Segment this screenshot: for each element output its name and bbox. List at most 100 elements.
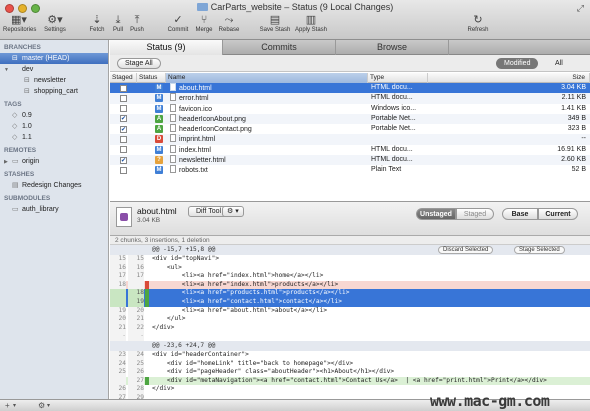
view-staged[interactable]: Staged: [456, 208, 494, 220]
tab-browse[interactable]: Browse: [336, 40, 449, 55]
fetch-icon: ⇣: [92, 14, 102, 26]
file-row[interactable]: Mindex.html HTML docu... 16.91 KB: [110, 144, 590, 155]
diff-code: <div id="homeLink" title="back to homepa…: [152, 359, 354, 367]
old-line-number: [110, 289, 126, 298]
column-name[interactable]: Name: [166, 73, 368, 83]
tab-commits[interactable]: Commits: [223, 40, 336, 55]
diff-line[interactable]: 15 15 <div id="topNavi">: [110, 255, 590, 264]
old-line-number: 18: [110, 280, 126, 290]
sidebar-item-origin[interactable]: ▶ ▭ origin: [0, 156, 108, 167]
diff-line[interactable]: 23 24 <div id="headerContainer">: [110, 350, 590, 360]
merge-icon: ⑂: [200, 14, 208, 26]
file-row[interactable]: ✔? newsletter.html HTML docu... 2.60 KB: [110, 155, 590, 166]
stage-checkbox[interactable]: ✔: [120, 125, 127, 133]
diff-gear-menu[interactable]: ⚙ ▾: [222, 206, 244, 217]
column-size[interactable]: Size: [428, 73, 590, 83]
merge-button[interactable]: ⑂ Merge: [193, 14, 215, 33]
file-type: HTML docu...: [371, 145, 413, 153]
settings-button[interactable]: ⚙▾ Settings: [42, 14, 68, 33]
stage-selected-button[interactable]: Stage Selected: [514, 246, 565, 254]
branch-icon: ⊟: [24, 77, 30, 84]
file-row[interactable]: Merror.html HTML docu... 2.11 KB: [110, 93, 590, 104]
fetch-button[interactable]: ⇣ Fetch: [88, 14, 106, 33]
stage-checkbox[interactable]: [120, 166, 127, 174]
new-line-number: 22: [128, 323, 144, 333]
diff-line[interactable]: 21 22 </div>: [110, 323, 590, 333]
file-row[interactable]: Dimprint.html --: [110, 134, 590, 145]
diff-line[interactable]: 25 26 <div id="pageHeader" class="aboutHe…: [110, 368, 590, 377]
toolbar-button-label: Push: [130, 27, 144, 33]
column-staged[interactable]: Staged: [110, 73, 137, 83]
file-type: HTML docu...: [371, 156, 413, 164]
toolbar-button-label: Settings: [44, 27, 66, 33]
new-line-number: 19: [128, 297, 144, 307]
fullscreen-icon[interactable]: ⤢: [577, 3, 584, 14]
column-type[interactable]: Type: [368, 73, 428, 83]
diff-line[interactable]: 19 20 <li><a href="about.html">about</a><…: [110, 306, 590, 316]
diff-line[interactable]: 19 <li><a href="contact.html">contact</a…: [110, 297, 590, 307]
stage-checkbox[interactable]: ✔: [120, 156, 127, 164]
stage-all-button[interactable]: Stage All: [117, 58, 161, 69]
file-row[interactable]: Mabout.html HTML docu... 3.04 KB: [110, 83, 590, 94]
change-marker: [145, 289, 149, 298]
stage-checkbox[interactable]: [120, 84, 127, 92]
stage-checkbox[interactable]: ✔: [120, 115, 127, 123]
file-status-badge: A: [155, 125, 163, 134]
sidebar-item-dev[interactable]: ▼ dev: [0, 64, 108, 75]
sidebar-item-newsletter[interactable]: ⊟ newsletter: [0, 75, 108, 86]
tag-icon: ◇: [12, 134, 18, 141]
new-line-number: 26: [128, 368, 144, 377]
stage-checkbox[interactable]: [120, 135, 127, 143]
diff-line[interactable]: 24 25 <div id="homeLink" title="back to h…: [110, 359, 590, 369]
diff-line[interactable]: 18 <li><a href="index.html">products</a>…: [110, 280, 590, 290]
file-name: index.html: [179, 146, 211, 154]
sidebar-item-label: 1.0: [22, 123, 32, 130]
sidebar-item-0-9[interactable]: ◇ 0.9: [0, 110, 108, 121]
commit-button[interactable]: ✓ Commit: [165, 14, 191, 33]
gear-menu-chevron-icon[interactable]: ▾: [47, 402, 50, 409]
filter-modified[interactable]: Modified: [496, 58, 539, 69]
rebase-button[interactable]: ⤳ Rebase: [217, 14, 241, 33]
sidebar-item-auth-library[interactable]: ▭ auth_library: [0, 204, 108, 215]
file-status-badge: M: [155, 166, 163, 175]
sidebar-item-master-head[interactable]: ⊟ master (HEAD): [0, 53, 108, 64]
stage-checkbox[interactable]: [120, 105, 127, 113]
sidebar-item-label: shopping_cart: [34, 88, 78, 95]
mode-base[interactable]: Base: [502, 208, 538, 220]
filter-all[interactable]: All: [555, 58, 563, 69]
stage-checkbox[interactable]: [120, 146, 127, 154]
pull-button[interactable]: ⤓ Pull: [110, 14, 126, 33]
diff-line[interactable]: 18 <li><a href="products.html">products<…: [110, 289, 590, 298]
tab-status[interactable]: Status (9): [110, 40, 223, 55]
save-stash-button[interactable]: ▤ Save Stash: [258, 14, 292, 33]
disclosure-triangle-icon[interactable]: ▼: [4, 65, 12, 76]
toolbar-button-label: Merge: [195, 27, 213, 33]
file-row[interactable]: ✔ AheaderIconContact.png Portable Net... 32…: [110, 124, 590, 134]
file-status-badge: M: [155, 145, 163, 154]
file-row[interactable]: ✔ AheaderIconAbout.png Portable Net... 349 …: [110, 113, 590, 125]
view-unstaged[interactable]: Unstaged: [416, 208, 456, 220]
diff-line[interactable]: 20 21 </ul>: [110, 315, 590, 324]
sidebar-item-1-0[interactable]: ◇ 1.0: [0, 121, 108, 132]
apply-stash-button[interactable]: ▥ Apply Stash: [293, 14, 329, 33]
diff-line[interactable]: --: [110, 332, 590, 341]
gear-icon[interactable]: ⚙: [38, 401, 45, 410]
push-button[interactable]: ⤒ Push: [128, 14, 146, 33]
sidebar-item-redesign-changes[interactable]: ▤ Redesign Changes: [0, 180, 108, 191]
mode-current[interactable]: Current: [538, 208, 578, 220]
add-menu-chevron-icon[interactable]: ▾: [13, 402, 16, 409]
diff-line[interactable]: 16 16 <ul>: [110, 263, 590, 273]
disclosure-triangle-icon[interactable]: ▶: [4, 157, 12, 168]
file-row[interactable]: Mrobots.txt Plain Text 52 B: [110, 165, 590, 175]
column-status[interactable]: Status: [137, 73, 166, 83]
refresh-button[interactable]: ↻ Refresh: [463, 14, 493, 33]
add-icon[interactable]: +: [5, 401, 10, 410]
discard-selected-button[interactable]: Discard Selected: [438, 246, 494, 254]
repositories-button[interactable]: ▦▾ Repositories: [3, 14, 36, 33]
sidebar-item-1-1[interactable]: ◇ 1.1: [0, 132, 108, 143]
stage-checkbox[interactable]: [120, 94, 127, 102]
diff-line[interactable]: 17 17 <li><a href="index.html">home</a></…: [110, 272, 590, 281]
file-row[interactable]: Mfavicon.ico Windows ico... 1.41 KB: [110, 103, 590, 114]
sidebar-item-shopping-cart[interactable]: ⊟ shopping_cart: [0, 86, 108, 97]
diff-line[interactable]: 27 <div id="metaNavigation"><a href="con…: [110, 376, 590, 386]
